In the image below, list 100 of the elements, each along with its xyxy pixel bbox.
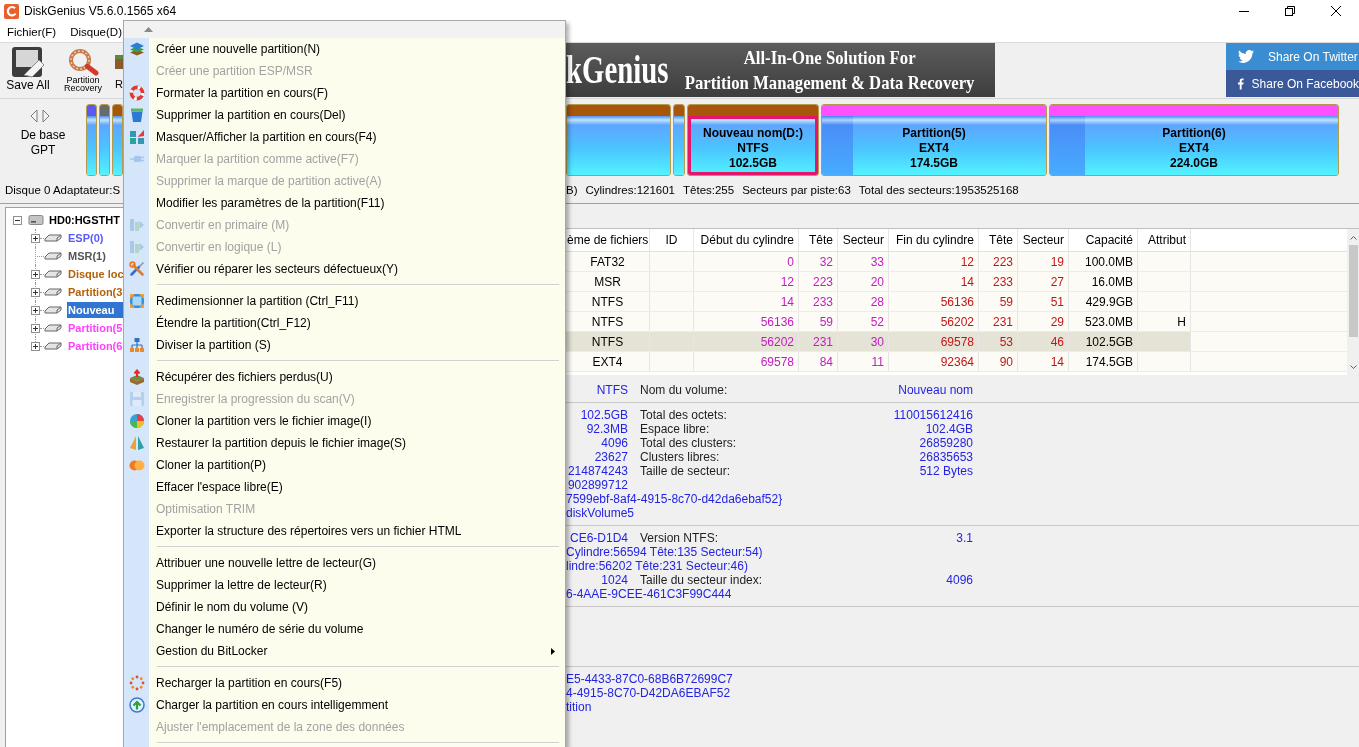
column-header[interactable]: Fin du cylindre [889, 229, 979, 251]
scroll-up-icon[interactable] [1349, 236, 1357, 240]
menu-item[interactable]: Recharger la partition en cours(F5) [124, 672, 565, 694]
column-header[interactable]: Capacité [1069, 229, 1138, 251]
partition-bar[interactable] [86, 104, 97, 176]
tree-item[interactable]: ESP(0) [67, 230, 125, 246]
expand-box-icon[interactable] [31, 341, 40, 351]
partition-size: 174.5GB [910, 156, 958, 171]
partition-bar[interactable] [99, 104, 110, 176]
menu-item[interactable]: Attribuer une nouvelle lettre de lecteur(G) [124, 552, 565, 574]
detail-value: Nouveau nom [898, 383, 973, 397]
table-cell: 27 [1018, 272, 1069, 291]
toolbar-button[interactable]: Save All [3, 43, 53, 98]
column-header[interactable]: Secteur [1018, 229, 1069, 251]
table-row[interactable]: NTFS 56136 59 52 56202 231 29 523.0MB H [566, 312, 1347, 332]
menu-bar-item[interactable]: Fichier(F) [7, 24, 57, 40]
menu-item[interactable]: Restaurer la partition depuis le fichier image(S) [124, 432, 565, 454]
tree-item[interactable]: HD0:HGSTHT [48, 212, 125, 228]
menu-item[interactable]: Créer une nouvelle partition(N) [124, 38, 565, 60]
drive-icon [44, 234, 62, 242]
expand-box-icon[interactable] [31, 323, 40, 333]
disk-info-text: Secteurs par piste:63 [742, 184, 851, 196]
table-cell: 231 [799, 332, 838, 351]
table-cell: 429.9GB [1069, 292, 1138, 311]
detail-value: 902899712 [567, 478, 628, 492]
toolbar-button[interactable]: Partition Recovery [61, 43, 105, 98]
expand-box-icon[interactable] [31, 269, 40, 279]
menu-item[interactable]: Effacer l'espace libre(E) [124, 476, 565, 498]
menu-item[interactable]: Vérifier ou réparer les secteurs défectueux(Y) [124, 258, 565, 280]
menu-item[interactable]: Exporter la structure des répertoires vers un fichier HTML [124, 520, 565, 542]
menu-item[interactable]: Étendre la partition(Ctrl_F12) [124, 312, 565, 334]
menu-item[interactable]: Redimensionner la partition (Ctrl_F11) [124, 290, 565, 312]
table-cell: 59 [799, 312, 838, 331]
partition-bar[interactable] [112, 104, 123, 176]
table-cell: 14 [1018, 352, 1069, 371]
detail-value: 102.4GB [925, 422, 973, 436]
menu-item[interactable]: Gestion du BitLocker [124, 640, 565, 662]
partition-bar[interactable]: Partition(6) EXT4 224.0GB [1049, 104, 1339, 176]
menu-item[interactable]: Cloner la partition(P) [124, 454, 565, 476]
menu-bar-item[interactable]: Disque(D) [70, 24, 122, 40]
column-header[interactable]: Secteur [838, 229, 889, 251]
detail-label: Version NTFS: [640, 531, 719, 545]
partition-name: Partition(6) [1162, 126, 1226, 141]
column-header[interactable]: Tête [799, 229, 838, 251]
detail-value: 214874243 [567, 464, 628, 478]
drive-icon [44, 324, 62, 332]
table-row[interactable]: NTFS 56202 231 30 69578 53 46 102.5GB [566, 332, 1347, 352]
menu-item[interactable]: Modifier les paramètres de la partition(F11) [124, 192, 565, 214]
menu-item[interactable]: Formater la partition en cours(F) [124, 82, 565, 104]
detail-value: 1024 [601, 573, 628, 587]
partition-bar[interactable] [566, 104, 671, 176]
menu-item[interactable]: Définir le nom du volume (V) [124, 596, 565, 618]
menu-item[interactable]: Récupérer des fichiers perdus(U) [124, 366, 565, 388]
left-arrow-icon[interactable] [30, 109, 38, 123]
menu-item[interactable]: Supprimer la lettre de lecteur(R) [124, 574, 565, 596]
partition-bar[interactable]: Partition(5) EXT4 174.5GB [821, 104, 1047, 176]
column-header[interactable]: Tête [979, 229, 1018, 251]
column-header[interactable]: Début du cylindre [694, 229, 799, 251]
table-row[interactable]: EXT4 69578 84 11 92364 90 14 174.5GB [566, 352, 1347, 372]
share-button[interactable]: Share On Twitter [1226, 43, 1359, 70]
share-button[interactable]: Share On Facebook [1226, 70, 1359, 97]
table-cell: 223 [799, 272, 838, 291]
table-cell: 51 [1018, 292, 1069, 311]
menu-item[interactable]: Diviser la partition (S) [124, 334, 565, 356]
table-cell: 100.0MB [1069, 252, 1138, 271]
table-cell: 19 [1018, 252, 1069, 271]
detail-value: CE6-D1D4 [569, 531, 628, 545]
partition-bar[interactable] [673, 104, 685, 176]
scroll-up-icon[interactable] [144, 27, 153, 32]
detail-value: 6-4AAE-9CEE-461C3F99C444 [566, 587, 732, 601]
bin-icon [128, 107, 145, 123]
expand-box-icon[interactable] [31, 233, 40, 243]
menu-item[interactable]: Cloner la partition vers le fichier image(I) [124, 410, 565, 432]
tree-item[interactable]: MSR(1) [67, 248, 125, 264]
table-row[interactable]: MSR 12 223 20 14 233 27 16.0MB [566, 272, 1347, 292]
tree-item[interactable]: Disque loc [67, 266, 125, 282]
drive-icon [44, 270, 62, 278]
column-header[interactable]: ID [650, 229, 694, 251]
disk-info-text: Têtes:255 [683, 184, 735, 196]
tree-item[interactable]: Partition(3 [67, 284, 125, 300]
detail-value: diskVolume5 [566, 506, 635, 520]
menu-item[interactable]: Supprimer la partition en cours(Del) [124, 104, 565, 126]
toolbar-button[interactable]: R [115, 43, 123, 98]
tree-item[interactable]: Nouveau [67, 302, 125, 318]
partition-bar[interactable]: Nouveau nom(D:) NTFS 102.5GB [687, 104, 819, 176]
detail-label: Espace libre: [640, 422, 710, 436]
detail-label: Total des octets: [640, 408, 727, 422]
expand-box-icon[interactable] [31, 305, 40, 315]
menu-item[interactable]: Charger la partition en cours intelligemment [124, 694, 565, 716]
menu-item[interactable]: Changer le numéro de série du volume [124, 618, 565, 640]
scrollbar-thumb[interactable] [1348, 245, 1358, 337]
menu-item[interactable]: Masquer/Afficher la partition en cours(F4) [124, 126, 565, 148]
table-row[interactable]: FAT32 0 32 33 12 223 19 100.0MB [566, 252, 1347, 272]
scroll-down-icon[interactable] [1349, 365, 1357, 369]
column-header[interactable]: Attribut [1138, 229, 1191, 251]
right-arrow-icon[interactable] [42, 109, 50, 123]
table-row[interactable]: NTFS 14 233 28 56136 59 51 429.9GB [566, 292, 1347, 312]
expand-box-icon[interactable] [31, 287, 40, 297]
collapse-box-icon[interactable] [13, 215, 22, 225]
table-cell: 16.0MB [1069, 272, 1138, 291]
